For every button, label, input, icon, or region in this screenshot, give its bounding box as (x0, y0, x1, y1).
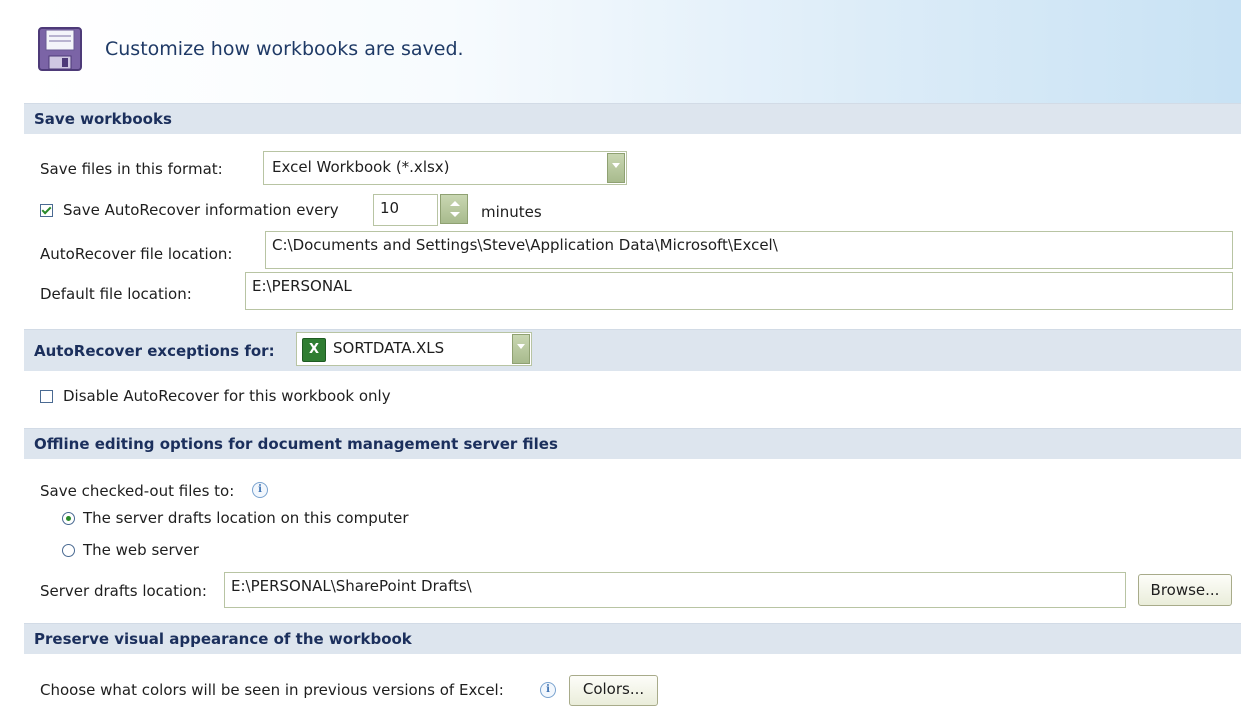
chevron-down-icon[interactable] (607, 153, 625, 183)
browse-button[interactable]: Browse... (1138, 574, 1232, 606)
option-web-server-label: The web server (83, 541, 199, 559)
save-format-dropdown[interactable]: Excel Workbook (*.xlsx) (263, 151, 627, 185)
section-autorecover-exceptions: AutoRecover exceptions for: (24, 329, 1241, 371)
drafts-location-input[interactable]: E:\PERSONAL\SharePoint Drafts\ (224, 572, 1126, 608)
save-format-label: Save files in this format: (40, 160, 223, 178)
autorecover-checkbox[interactable] (40, 204, 53, 217)
section-title: AutoRecover exceptions for: (34, 342, 275, 360)
save-checked-out-label: Save checked-out files to: (40, 482, 235, 500)
spin-up-icon[interactable] (450, 201, 460, 206)
section-title: Save workbooks (34, 110, 172, 128)
info-icon: i (252, 482, 268, 498)
excel-file-icon: X (302, 338, 326, 362)
default-location-label: Default file location: (40, 285, 192, 303)
minutes-spinner[interactable] (440, 194, 468, 224)
radio-web-server[interactable] (62, 544, 75, 557)
section-preserve-appearance: Preserve visual appearance of the workbo… (24, 623, 1241, 654)
radio-server-drafts[interactable] (62, 512, 75, 525)
section-title: Preserve visual appearance of the workbo… (34, 630, 412, 648)
minutes-label: minutes (481, 203, 542, 221)
autorecover-location-label: AutoRecover file location: (40, 245, 233, 263)
page-title: Customize how workbooks are saved. (105, 38, 464, 60)
section-offline-editing: Offline editing options for document man… (24, 428, 1241, 459)
colors-button[interactable]: Colors... (569, 675, 658, 706)
option-server-drafts-label: The server drafts location on this compu… (83, 509, 409, 527)
spin-down-icon[interactable] (450, 212, 460, 217)
section-save-workbooks: Save workbooks (24, 103, 1241, 134)
colors-label: Choose what colors will be seen in previ… (40, 681, 504, 699)
info-icon: i (540, 682, 556, 698)
autorecover-minutes-input[interactable]: 10 (373, 194, 438, 226)
floppy-disk-icon (38, 27, 82, 71)
save-format-value: Excel Workbook (*.xlsx) (272, 158, 450, 176)
default-location-input[interactable]: E:\PERSONAL (245, 272, 1233, 310)
disable-autorecover-label: Disable AutoRecover for this workbook on… (63, 387, 391, 405)
exception-workbook-dropdown[interactable]: X SORTDATA.XLS (296, 332, 532, 366)
chevron-down-icon[interactable] (512, 334, 530, 364)
autorecover-label: Save AutoRecover information every (63, 201, 339, 219)
autorecover-location-input[interactable]: C:\Documents and Settings\Steve\Applicat… (265, 231, 1233, 269)
disable-autorecover-checkbox[interactable] (40, 390, 53, 403)
section-title: Offline editing options for document man… (34, 435, 558, 453)
drafts-location-label: Server drafts location: (40, 582, 207, 600)
exception-workbook-value: SORTDATA.XLS (333, 339, 445, 357)
